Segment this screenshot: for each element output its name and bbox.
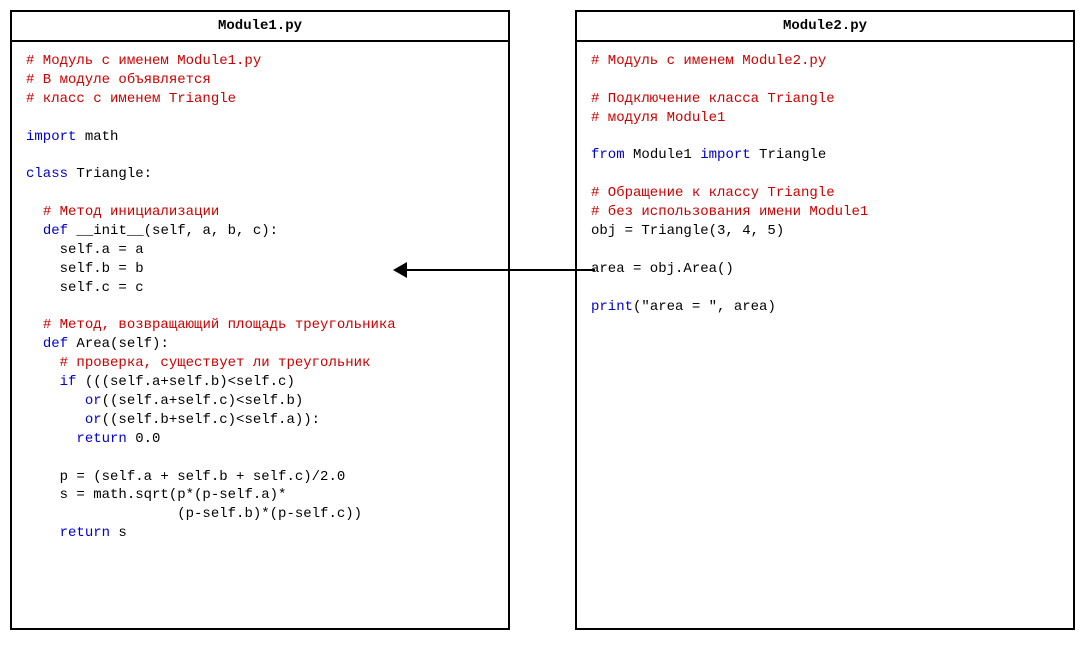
comment-line: # без использования имени Module1	[591, 204, 868, 220]
arrow-connector-line	[405, 269, 595, 271]
module2-title: Module2.py	[577, 12, 1073, 42]
module1-title: Module1.py	[12, 12, 508, 42]
code-text: ((self.b+self.c)<self.a)):	[102, 412, 320, 428]
code-text: ("area = ", area)	[633, 299, 776, 315]
keyword-import: import	[26, 129, 76, 145]
keyword-print: print	[591, 299, 633, 315]
module2-code: # Модуль с именем Module2.py # Подключен…	[577, 42, 1073, 326]
code-text: p = (self.a + self.b + self.c)/2.0	[60, 469, 346, 485]
code-text: (p-self.b)*(p-self.c))	[60, 506, 362, 522]
comment-line: # модуля Module1	[591, 110, 725, 126]
comment-line: # В модуле объявляется	[26, 72, 211, 88]
code-text: 0.0	[127, 431, 161, 447]
keyword-import: import	[700, 147, 750, 163]
code-text: ((self.a+self.c)<self.b)	[102, 393, 304, 409]
comment-line: # проверка, существует ли треугольник	[60, 355, 371, 371]
comment-line: # Модуль с именем Module2.py	[591, 53, 826, 69]
module2-box: Module2.py # Модуль с именем Module2.py …	[575, 10, 1075, 630]
code-text: area = obj.Area()	[591, 261, 734, 277]
code-text: Module1	[625, 147, 701, 163]
code-text: s	[110, 525, 127, 541]
code-text: Triangle	[751, 147, 827, 163]
keyword-if: if	[60, 374, 77, 390]
keyword-or: or	[85, 412, 102, 428]
module1-box: Module1.py # Модуль с именем Module1.py …	[10, 10, 510, 630]
keyword-class: class	[26, 166, 68, 182]
code-text: self.b = b	[60, 261, 144, 277]
comment-line: # Обращение к классу Triangle	[591, 185, 835, 201]
code-text: (((self.a+self.b)<self.c)	[76, 374, 294, 390]
code-text: Area(self):	[68, 336, 169, 352]
code-text: self.c = c	[60, 280, 144, 296]
keyword-def: def	[43, 336, 68, 352]
comment-line: # Модуль с именем Module1.py	[26, 53, 261, 69]
arrow-connector-head-icon	[393, 262, 407, 278]
keyword-or: or	[85, 393, 102, 409]
keyword-return: return	[60, 525, 110, 541]
keyword-return: return	[76, 431, 126, 447]
comment-line: # Метод инициализации	[43, 204, 219, 220]
keyword-from: from	[591, 147, 625, 163]
comment-line: # Метод, возвращающий площадь треугольни…	[43, 317, 396, 333]
code-text: self.a = a	[60, 242, 144, 258]
code-text: __init__(self, a, b, c):	[68, 223, 278, 239]
code-text: s = math.sqrt(p*(p-self.a)*	[60, 487, 287, 503]
module1-code: # Модуль с именем Module1.py # В модуле …	[12, 42, 508, 553]
code-text: Triangle:	[68, 166, 152, 182]
comment-line: # Подключение класса Triangle	[591, 91, 835, 107]
code-text: math	[76, 129, 118, 145]
keyword-def: def	[43, 223, 68, 239]
code-text: obj = Triangle(3, 4, 5)	[591, 223, 784, 239]
comment-line: # класс с именем Triangle	[26, 91, 236, 107]
